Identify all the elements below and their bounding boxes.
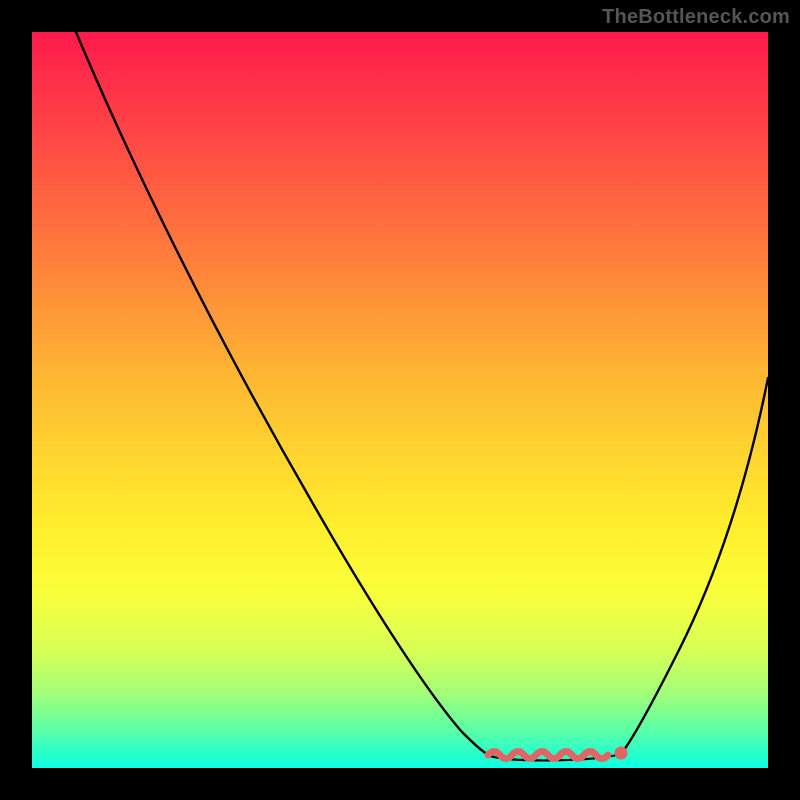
end-dot: [615, 747, 628, 760]
valley-bump-marker: [488, 752, 608, 759]
left-branch-curve: [76, 32, 494, 757]
right-branch-curve: [621, 378, 768, 754]
outer-frame: TheBottleneck.com: [0, 0, 800, 800]
watermark-text: TheBottleneck.com: [602, 6, 790, 29]
chart-svg: [32, 32, 768, 768]
